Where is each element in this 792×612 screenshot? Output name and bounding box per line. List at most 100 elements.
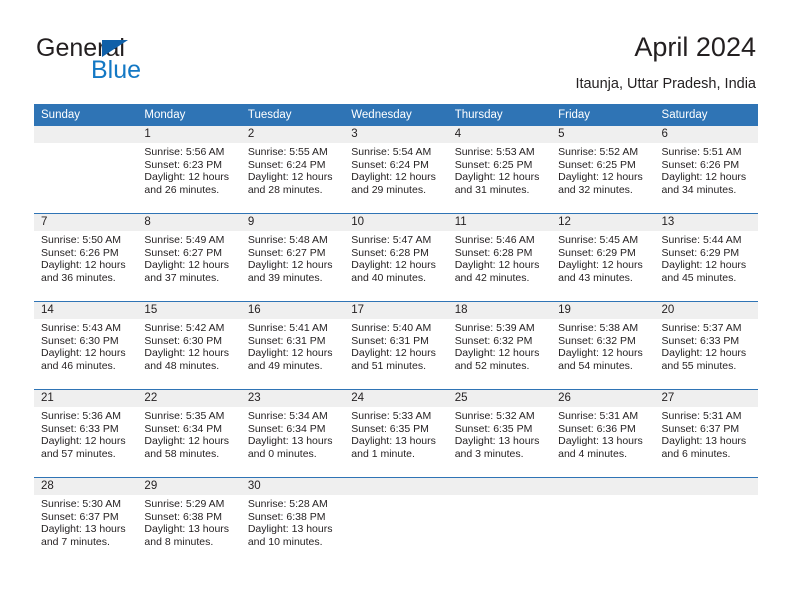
calendar-cell <box>551 477 655 565</box>
calendar-page: General Blue April 2024 Itaunja, Uttar P… <box>0 0 792 612</box>
day-cell[interactable]: 14 Sunrise: 5:43 AM Sunset: 6:30 PM Dayligh… <box>34 302 138 389</box>
daylight-text-line2: and 28 minutes. <box>247 183 323 196</box>
column-header-thursday: Thursday <box>447 104 552 126</box>
daylight-text-line2: and 40 minutes. <box>351 271 426 284</box>
day-cell[interactable]: 11 Sunrise: 5:46 AM Sunset: 6:28 PM Dayligh… <box>447 214 552 301</box>
calendar-week-row: 14 Sunrise: 5:43 AM Sunset: 6:30 PM Dayligh… <box>34 301 758 390</box>
day-cell[interactable]: 10 Sunrise: 5:47 AM Sunset: 6:28 PM Dayligh… <box>344 214 448 301</box>
page-title: April 2024 <box>634 32 756 62</box>
day-details: Sunrise: 5:31 AM Sunset: 6:37 PM Daylight:… <box>655 407 758 460</box>
page-header: General Blue April 2024 Itaunja, Uttar P… <box>0 0 792 100</box>
sunset-text: Sunset: 6:34 PM <box>247 422 326 435</box>
column-header-wednesday: Wednesday <box>344 104 448 126</box>
sunset-text: Sunset: 6:29 PM <box>558 246 636 259</box>
sunset-text: Sunset: 6:30 PM <box>41 334 119 347</box>
sunrise-text: Sunrise: 5:45 AM <box>558 234 639 246</box>
day-details: Sunrise: 5:50 AM Sunset: 6:26 PM Daylight:… <box>34 231 137 284</box>
day-details: Sunrise: 5:33 AM Sunset: 6:35 PM Daylight:… <box>344 407 447 460</box>
day-cell[interactable]: 20 Sunrise: 5:37 AM Sunset: 6:33 PM Dayligh… <box>654 302 758 389</box>
sunrise-text: Sunrise: 5:37 AM <box>661 322 742 334</box>
daylight-text-line2: and 10 minutes. <box>247 535 323 548</box>
calendar-cell <box>34 126 138 214</box>
daylight-text-line1: Daylight: 12 hours <box>247 171 333 184</box>
day-cell[interactable]: 23 Sunrise: 5:34 AM Sunset: 6:34 PM Dayligh… <box>240 390 345 477</box>
day-details: Sunrise: 5:55 AM Sunset: 6:24 PM Daylight:… <box>241 143 344 196</box>
sunrise-text: Sunrise: 5:32 AM <box>454 410 535 422</box>
daylight-text-line1: Daylight: 12 hours <box>247 347 333 360</box>
day-details: Sunrise: 5:53 AM Sunset: 6:25 PM Daylight:… <box>448 143 551 196</box>
daylight-text-line2: and 1 minute. <box>351 447 415 460</box>
day-cell[interactable]: 17 Sunrise: 5:40 AM Sunset: 6:31 PM Dayligh… <box>344 302 448 389</box>
sunset-text: Sunset: 6:34 PM <box>144 422 223 435</box>
day-number: 15 <box>137 302 241 319</box>
daylight-text-line2: and 58 minutes. <box>144 447 220 460</box>
sunrise-text: Sunrise: 5:44 AM <box>661 234 742 246</box>
day-cell[interactable]: 5 Sunrise: 5:52 AM Sunset: 6:25 PM Daylight… <box>551 126 655 213</box>
day-cell[interactable]: 27 Sunrise: 5:31 AM Sunset: 6:37 PM Dayligh… <box>654 390 758 477</box>
daylight-text-line2: and 42 minutes. <box>454 271 530 284</box>
day-number: 19 <box>551 302 655 319</box>
day-cell[interactable]: 8 Sunrise: 5:49 AM Sunset: 6:27 PM Daylight… <box>137 214 241 301</box>
brand-logo[interactable]: General Blue <box>36 34 276 90</box>
calendar-cell: 16 Sunrise: 5:41 AM Sunset: 6:31 PM Dayligh… <box>240 301 345 390</box>
day-cell[interactable]: 2 Sunrise: 5:55 AM Sunset: 6:24 PM Daylight… <box>240 126 345 213</box>
sunset-text: Sunset: 6:27 PM <box>247 246 326 259</box>
day-cell[interactable]: 4 Sunrise: 5:53 AM Sunset: 6:25 PM Daylight… <box>447 126 552 213</box>
sunrise-text: Sunrise: 5:31 AM <box>558 410 639 422</box>
day-cell[interactable]: 12 Sunrise: 5:45 AM Sunset: 6:29 PM Dayligh… <box>551 214 655 301</box>
day-cell[interactable]: 22 Sunrise: 5:35 AM Sunset: 6:34 PM Dayligh… <box>137 390 241 477</box>
calendar-cell: 3 Sunrise: 5:54 AM Sunset: 6:24 PM Daylight… <box>344 126 448 214</box>
day-cell[interactable]: 24 Sunrise: 5:33 AM Sunset: 6:35 PM Dayligh… <box>344 390 448 477</box>
calendar-week-row: 1 Sunrise: 5:56 AM Sunset: 6:23 PM Daylight… <box>34 126 758 214</box>
day-cell[interactable]: 7 Sunrise: 5:50 AM Sunset: 6:26 PM Daylight… <box>34 214 138 301</box>
day-number: 8 <box>137 214 241 231</box>
day-cell[interactable]: 30 Sunrise: 5:28 AM Sunset: 6:38 PM Dayligh… <box>240 478 345 565</box>
sunset-text: Sunset: 6:26 PM <box>41 246 119 259</box>
calendar-cell <box>654 477 758 565</box>
calendar-table: Sunday Monday Tuesday Wednesday Thursday… <box>34 104 758 565</box>
calendar-cell <box>344 477 448 565</box>
daylight-text-line2: and 6 minutes. <box>661 447 731 460</box>
day-cell[interactable]: 1 Sunrise: 5:56 AM Sunset: 6:23 PM Daylight… <box>137 126 241 213</box>
day-cell[interactable]: 6 Sunrise: 5:51 AM Sunset: 6:26 PM Daylight… <box>654 126 758 213</box>
daylight-text-line1: Daylight: 13 hours <box>41 523 126 536</box>
day-number: 24 <box>344 390 448 407</box>
day-cell[interactable]: 26 Sunrise: 5:31 AM Sunset: 6:36 PM Dayligh… <box>551 390 655 477</box>
day-details: Sunrise: 5:38 AM Sunset: 6:32 PM Daylight:… <box>551 319 654 372</box>
day-cell-empty <box>551 478 655 565</box>
day-cell[interactable]: 15 Sunrise: 5:42 AM Sunset: 6:30 PM Dayligh… <box>137 302 241 389</box>
day-details: Sunrise: 5:52 AM Sunset: 6:25 PM Daylight:… <box>551 143 654 196</box>
day-number: 26 <box>551 390 655 407</box>
calendar-cell: 14 Sunrise: 5:43 AM Sunset: 6:30 PM Dayligh… <box>34 301 138 390</box>
day-cell[interactable]: 18 Sunrise: 5:39 AM Sunset: 6:32 PM Dayligh… <box>447 302 552 389</box>
calendar-cell: 4 Sunrise: 5:53 AM Sunset: 6:25 PM Daylight… <box>447 126 552 214</box>
daylight-text-line2: and 7 minutes. <box>41 535 110 548</box>
day-details: Sunrise: 5:44 AM Sunset: 6:29 PM Daylight:… <box>655 231 758 284</box>
daylight-text-line1: Daylight: 13 hours <box>558 435 643 448</box>
calendar-cell: 17 Sunrise: 5:40 AM Sunset: 6:31 PM Dayligh… <box>344 301 448 390</box>
daylight-text-line2: and 31 minutes. <box>454 183 530 196</box>
day-cell[interactable]: 28 Sunrise: 5:30 AM Sunset: 6:37 PM Dayligh… <box>34 478 138 565</box>
day-cell[interactable]: 29 Sunrise: 5:29 AM Sunset: 6:38 PM Dayligh… <box>137 478 241 565</box>
daylight-text-line1: Daylight: 12 hours <box>454 171 540 184</box>
day-cell[interactable]: 16 Sunrise: 5:41 AM Sunset: 6:31 PM Dayligh… <box>240 302 345 389</box>
day-cell[interactable]: 21 Sunrise: 5:36 AM Sunset: 6:33 PM Dayligh… <box>34 390 138 477</box>
day-number <box>447 478 552 495</box>
calendar-cell: 26 Sunrise: 5:31 AM Sunset: 6:36 PM Dayligh… <box>551 389 655 478</box>
calendar-cell: 28 Sunrise: 5:30 AM Sunset: 6:37 PM Dayligh… <box>34 477 138 565</box>
day-cell[interactable]: 13 Sunrise: 5:44 AM Sunset: 6:29 PM Dayligh… <box>654 214 758 301</box>
brand-triangle-icon <box>102 40 128 57</box>
day-cell[interactable]: 9 Sunrise: 5:48 AM Sunset: 6:27 PM Daylight… <box>240 214 345 301</box>
calendar-week-row: 21 Sunrise: 5:36 AM Sunset: 6:33 PM Dayligh… <box>34 389 758 478</box>
day-cell[interactable]: 25 Sunrise: 5:32 AM Sunset: 6:35 PM Dayligh… <box>447 390 552 477</box>
day-cell[interactable]: 19 Sunrise: 5:38 AM Sunset: 6:32 PM Dayligh… <box>551 302 655 389</box>
calendar-cell: 5 Sunrise: 5:52 AM Sunset: 6:25 PM Daylight… <box>551 126 655 214</box>
calendar-cell: 22 Sunrise: 5:35 AM Sunset: 6:34 PM Dayligh… <box>137 389 241 478</box>
day-cell[interactable]: 3 Sunrise: 5:54 AM Sunset: 6:24 PM Daylight… <box>344 126 448 213</box>
sunrise-text: Sunrise: 5:28 AM <box>247 498 328 510</box>
day-number: 30 <box>240 478 345 495</box>
sunrise-text: Sunrise: 5:47 AM <box>351 234 432 246</box>
day-number: 16 <box>240 302 345 319</box>
column-header-friday: Friday <box>551 104 655 126</box>
calendar-cell: 25 Sunrise: 5:32 AM Sunset: 6:35 PM Dayligh… <box>447 389 552 478</box>
